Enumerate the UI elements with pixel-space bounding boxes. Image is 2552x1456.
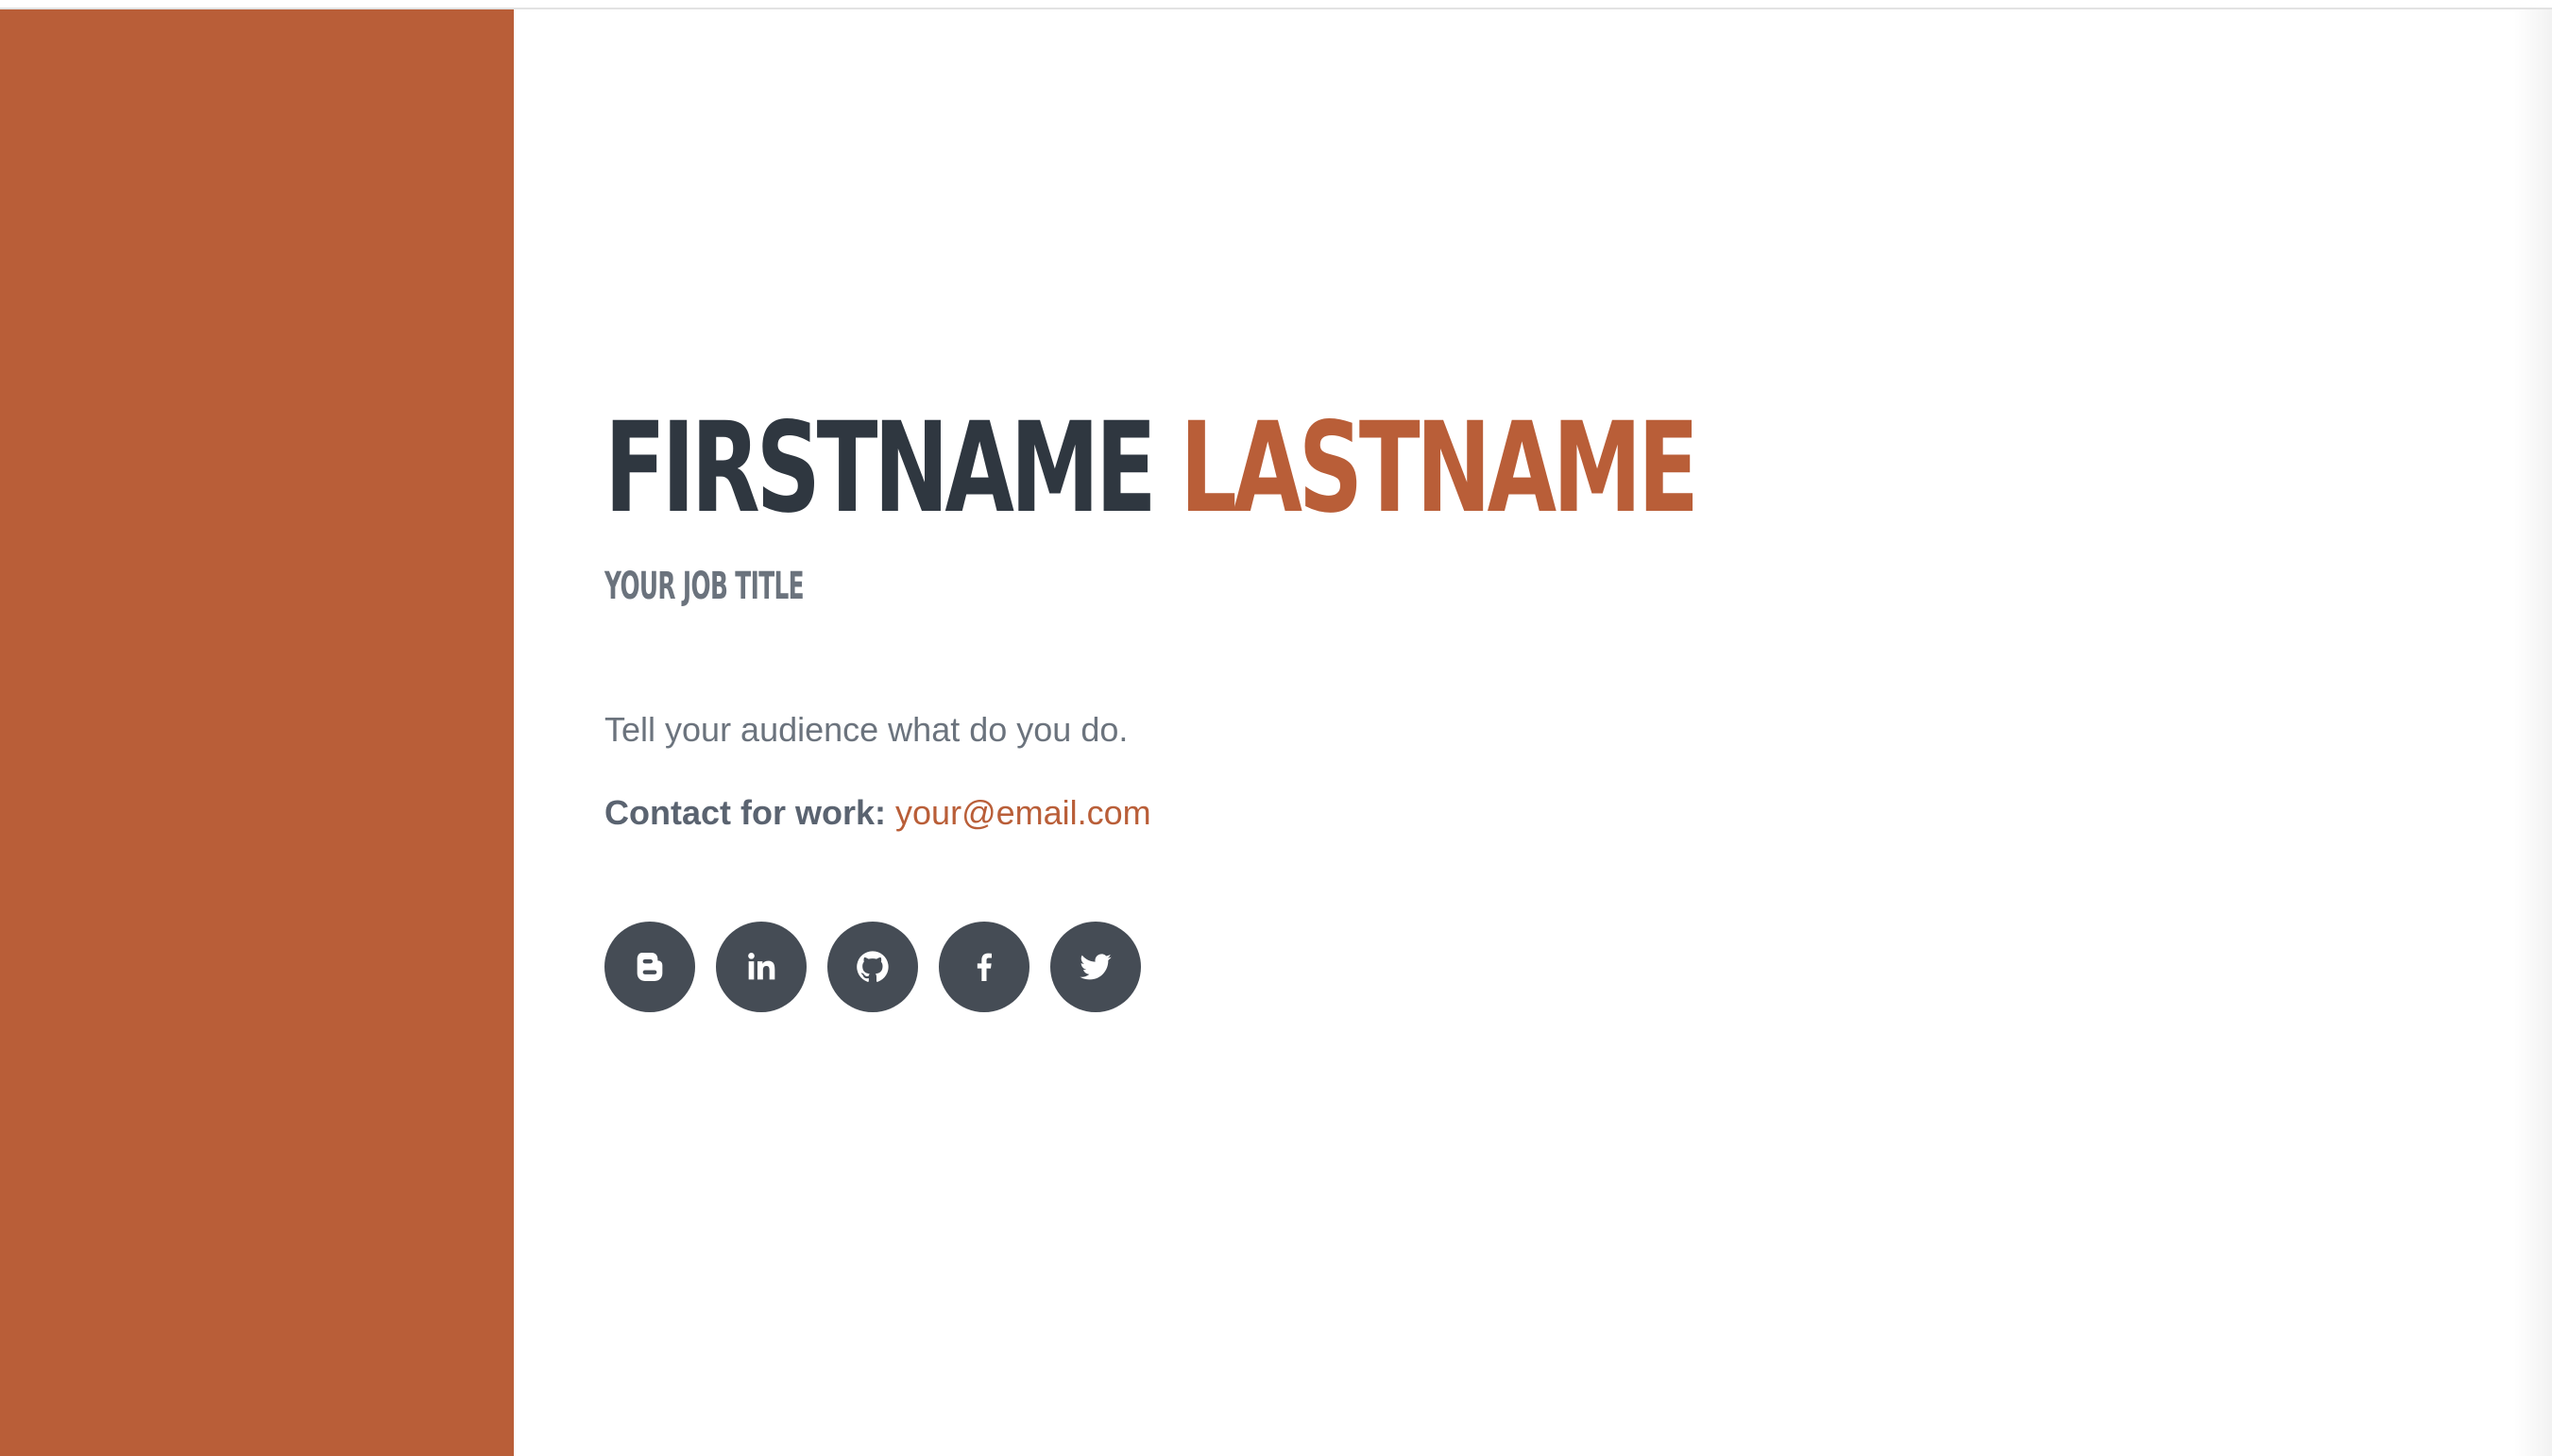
job-title: YOUR JOB TITLE [604, 565, 805, 608]
page: FIRSTNAME LASTNAME YOUR JOB TITLE Tell y… [0, 0, 2552, 1456]
scroll-edge-shadow [2514, 9, 2552, 1456]
tagline: Tell your audience what do you do. [604, 710, 1129, 749]
social-links [604, 922, 2305, 1012]
full-name-heading: FIRSTNAME LASTNAME [604, 406, 1829, 567]
first-name: FIRSTNAME [604, 396, 1157, 541]
facebook-link[interactable] [939, 922, 1029, 1012]
github-icon [857, 951, 889, 982]
facebook-icon [977, 953, 992, 981]
blogger-icon [637, 953, 663, 981]
last-name: LASTNAME [1180, 396, 1699, 541]
twitter-icon [1080, 954, 1112, 980]
linkedin-link[interactable] [716, 922, 807, 1012]
contact-line: Contact for work: your@email.com [604, 793, 2305, 833]
contact-label: Contact for work: [604, 793, 887, 832]
twitter-link[interactable] [1050, 922, 1141, 1012]
blogger-link[interactable] [604, 922, 695, 1012]
github-link[interactable] [827, 922, 918, 1012]
hero-content: FIRSTNAME LASTNAME YOUR JOB TITLE Tell y… [604, 406, 2305, 1012]
linkedin-icon [748, 953, 775, 980]
contact-email-link[interactable]: your@email.com [895, 793, 1151, 832]
accent-sidebar [0, 9, 514, 1456]
